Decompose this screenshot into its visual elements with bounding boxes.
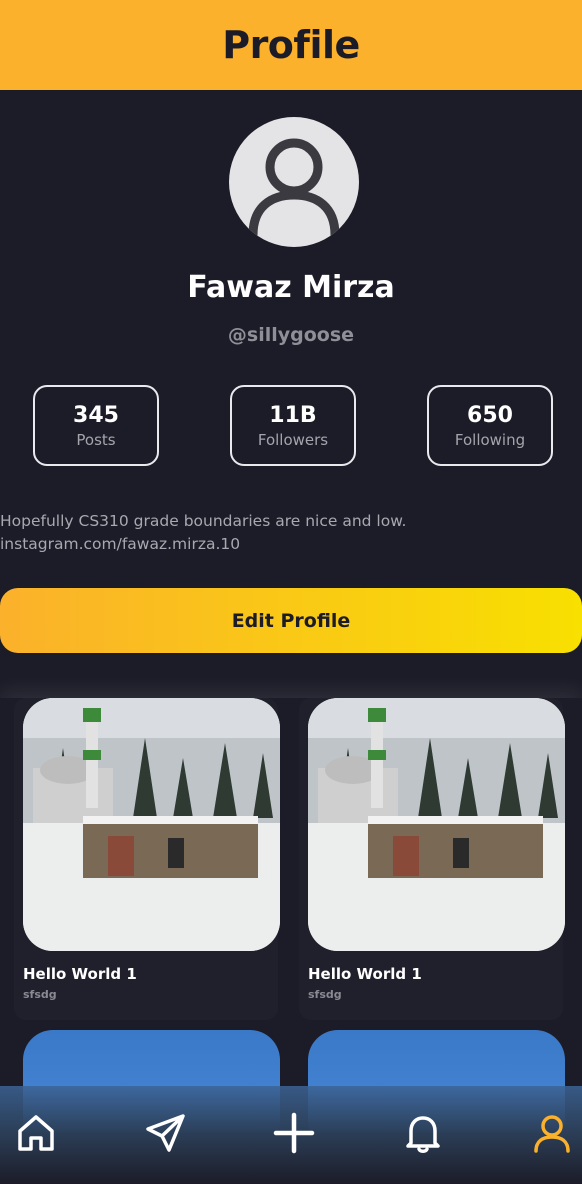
post-title: Hello World 1: [23, 965, 137, 983]
stat-following[interactable]: 650 Following: [427, 385, 553, 466]
send-icon: [146, 1114, 185, 1152]
stat-value: 650: [467, 403, 513, 428]
profile-icon: [534, 1115, 570, 1153]
tab-messages[interactable]: [140, 1108, 190, 1158]
tab-create[interactable]: [269, 1108, 319, 1158]
page-title: Profile: [222, 23, 360, 67]
post-card[interactable]: Hello World 1 sfsdg: [14, 698, 280, 1020]
profile-handle: @sillygoose: [227, 324, 355, 346]
tab-profile[interactable]: [527, 1108, 577, 1158]
bio-link[interactable]: instagram.com/fawaz.mirza.10: [0, 533, 560, 556]
stat-value: 345: [73, 403, 119, 428]
post-title: Hello World 1: [308, 965, 422, 983]
user-silhouette-icon: [248, 138, 340, 240]
bio-text: Hopefully CS310 grade boundaries are nic…: [0, 512, 407, 530]
app-header: Profile: [0, 0, 582, 90]
stat-followers[interactable]: 11B Followers: [230, 385, 356, 466]
plus-icon: [273, 1112, 315, 1154]
avatar[interactable]: [229, 117, 359, 247]
post-subtitle: sfsdg: [308, 988, 342, 1001]
stat-label: Followers: [257, 431, 329, 449]
bell-icon: [406, 1116, 440, 1153]
profile-name: Fawaz Mirza: [187, 270, 395, 305]
post-card[interactable]: Hello World 1 sfsdg: [299, 698, 565, 1020]
post-image[interactable]: [308, 698, 565, 951]
profile-bio: Hopefully CS310 grade boundaries are nic…: [0, 510, 560, 556]
stat-label: Posts: [76, 431, 116, 449]
edit-profile-label: Edit Profile: [231, 609, 351, 632]
bottom-tab-bar: [0, 1086, 582, 1184]
home-icon: [18, 1115, 54, 1151]
tab-home[interactable]: [11, 1108, 61, 1158]
post-image[interactable]: [23, 698, 280, 951]
stat-label: Following: [454, 431, 526, 449]
tab-notifications[interactable]: [398, 1108, 448, 1158]
stat-value: 11B: [269, 403, 317, 428]
post-subtitle: sfsdg: [23, 988, 57, 1001]
edit-profile-button[interactable]: Edit Profile: [0, 588, 582, 653]
stat-posts[interactable]: 345 Posts: [33, 385, 159, 466]
